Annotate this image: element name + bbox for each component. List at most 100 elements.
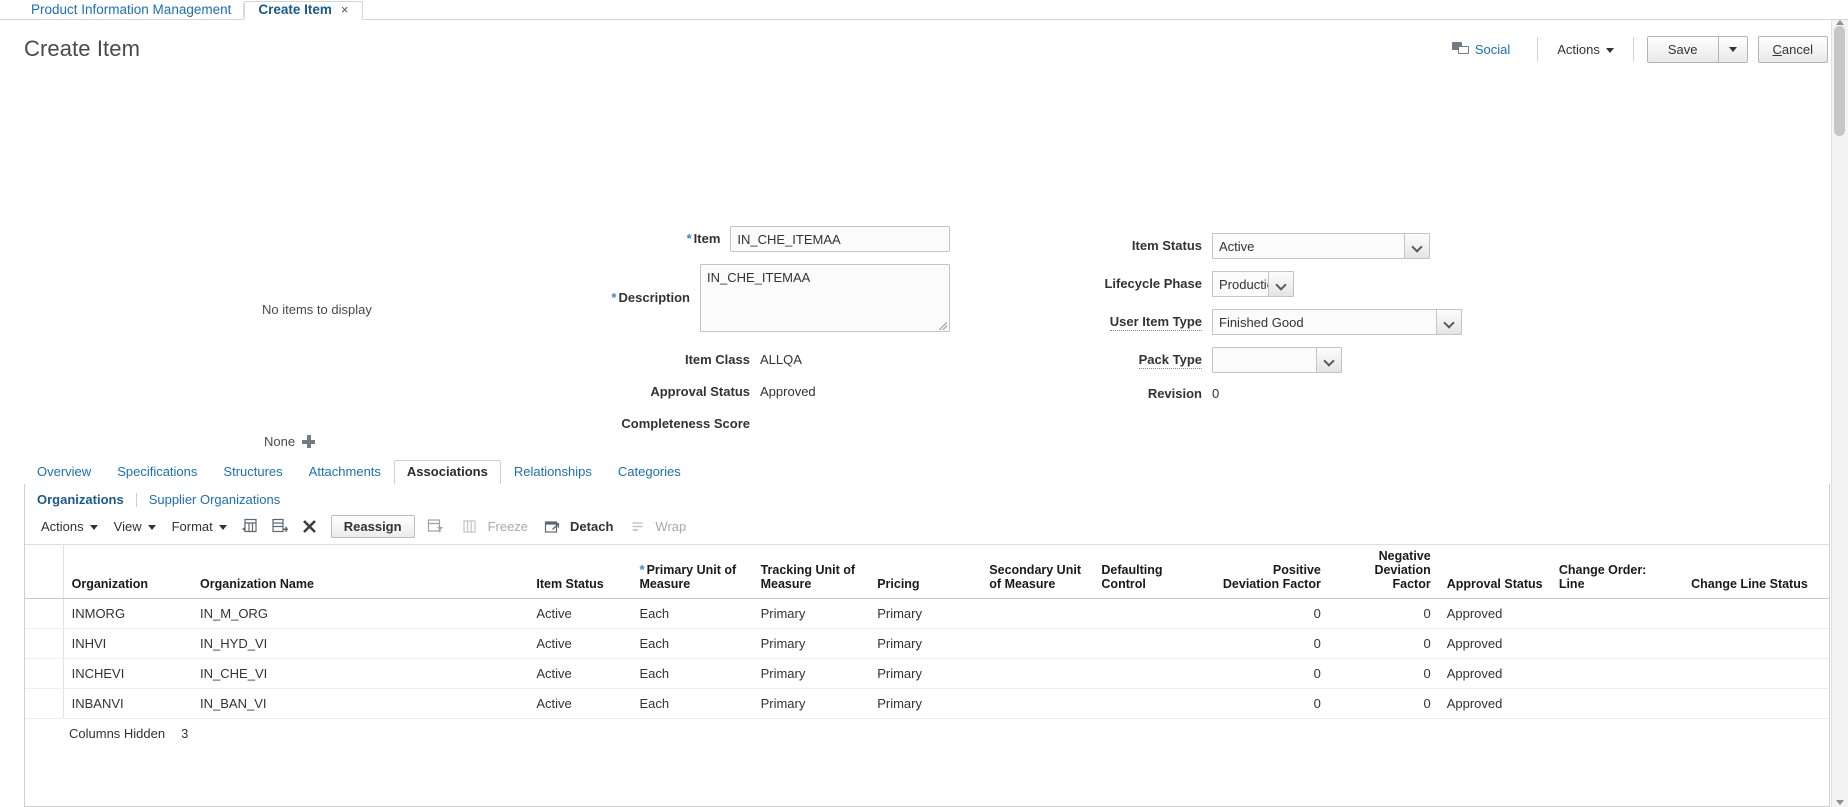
columns-hidden-status: Columns Hidden 3 (25, 719, 1829, 747)
tab-relationships[interactable]: Relationships (501, 461, 605, 484)
field-row-completeness-score: Completeness Score (520, 411, 950, 431)
cell-change-order-line (1550, 628, 1684, 659)
table-actions-menu[interactable]: Actions (33, 516, 106, 537)
subtab-supplier-organizations[interactable]: Supplier Organizations (137, 492, 293, 507)
item-status-label: Item Status (1131, 238, 1202, 253)
query-by-example-icon[interactable] (423, 516, 449, 538)
col-header-primary-uom[interactable]: * Primary Unit of Measure (631, 544, 753, 599)
cell-pricing: Primary (869, 658, 982, 689)
chevron-down-icon[interactable] (1436, 310, 1461, 334)
wrap-label: Wrap (655, 519, 687, 534)
pack-type-select[interactable] (1212, 347, 1342, 373)
table-row[interactable]: INBANVI IN_BAN_VI Active Each Primary Pr… (25, 688, 1829, 719)
description-textarea[interactable]: IN_CHE_ITEMAA (700, 264, 950, 332)
cell-pricing: Primary (869, 688, 982, 719)
item-status-select[interactable]: Active (1212, 233, 1430, 259)
cell-item-status: Active (528, 628, 632, 659)
actions-menu-button[interactable]: Actions (1551, 38, 1620, 61)
tab-overview[interactable]: Overview (24, 461, 104, 484)
cell-negative-deviation-factor: 0 (1328, 628, 1439, 659)
col-header-positive-deviation-factor[interactable]: Positive Deviation Factor (1207, 544, 1329, 599)
field-row-user-item-type: User Item Type Finished Good (1100, 309, 1600, 335)
chevron-down-icon[interactable] (1316, 348, 1341, 372)
cell-positive-deviation-factor: 0 (1207, 598, 1329, 629)
row-select-cell[interactable] (25, 688, 64, 719)
save-button[interactable]: Save (1646, 35, 1718, 63)
cell-item-status: Active (528, 598, 632, 629)
reassign-button[interactable]: Reassign (330, 515, 415, 538)
col-header-change-order-line[interactable]: Change Order: Line (1550, 544, 1684, 599)
user-item-type-select[interactable]: Finished Good (1212, 309, 1462, 335)
cell-organization: INHVI (63, 628, 193, 659)
table-format-menu[interactable]: Format (164, 516, 235, 537)
col-header-organization[interactable]: Organization (63, 544, 193, 599)
cell-defaulting-control (1093, 658, 1208, 689)
cell-item-status: Active (528, 688, 632, 719)
save-button-group: Save (1646, 35, 1748, 63)
col-header-defaulting-control[interactable]: Defaulting Control (1093, 544, 1208, 599)
cell-change-order-line (1550, 688, 1684, 719)
col-header-tracking-uom[interactable]: Tracking Unit of Measure (752, 544, 870, 599)
table-row[interactable]: INMORG IN_M_ORG Active Each Primary Prim… (25, 598, 1829, 629)
detach-control[interactable]: Detach (537, 516, 618, 538)
row-select-cell[interactable] (25, 598, 64, 629)
scrollbar-thumb[interactable] (1834, 26, 1845, 136)
save-dropdown-button[interactable] (1717, 35, 1748, 63)
lifecycle-phase-select[interactable]: Production (1212, 271, 1294, 297)
chevron-down-icon[interactable] (1404, 234, 1429, 258)
tab-associations[interactable]: Associations (393, 460, 501, 485)
col-header-approval-status[interactable]: Approval Status (1438, 544, 1551, 599)
cancel-accesskey: C (1772, 41, 1782, 57)
chevron-down-icon (218, 525, 227, 531)
page-scrollbar[interactable] (1831, 20, 1848, 807)
page-title: Create Item (24, 36, 141, 61)
col-header-change-line-status[interactable]: Change Line Status (1683, 544, 1829, 599)
chevron-down-icon[interactable] (1268, 272, 1293, 296)
subtab-organizations[interactable]: Organizations (35, 492, 136, 507)
app-tab-product-information-management[interactable]: Product Information Management (18, 2, 245, 20)
form-column-center: *Item *Description IN_CHE_ITEMAA Item Cl… (520, 226, 950, 443)
wrap-control[interactable]: Wrap (622, 516, 691, 538)
delete-row-icon[interactable] (297, 516, 323, 538)
organizations-table: Organization Organization Name Item Stat… (25, 544, 1829, 719)
scroll-down-icon[interactable] (1836, 800, 1844, 805)
table-view-menu[interactable]: View (106, 516, 164, 537)
application-tab-strip: Product Information Management Create It… (0, 0, 1848, 20)
app-tab-create-item[interactable]: Create Item × (244, 1, 363, 20)
wrap-icon (624, 516, 650, 538)
row-select-cell[interactable] (25, 628, 64, 659)
row-select-header (25, 544, 64, 599)
scroll-up-icon[interactable] (1836, 20, 1844, 25)
col-header-organization-name[interactable]: Organization Name (192, 544, 529, 599)
col-header-negative-deviation-factor[interactable]: Negative Deviation Factor (1328, 544, 1439, 599)
table-row[interactable]: INCHEVI IN_CHE_VI Active Each Primary Pr… (25, 658, 1829, 689)
cell-defaulting-control (1093, 628, 1208, 659)
tab-specifications[interactable]: Specifications (104, 461, 210, 484)
social-button[interactable]: Social (1451, 42, 1524, 57)
freeze-control[interactable]: Freeze (455, 516, 533, 538)
required-indicator: * (686, 231, 692, 246)
app-tab-label: Create Item (258, 2, 332, 17)
col-header-item-status[interactable]: Item Status (528, 544, 632, 599)
row-select-cell[interactable] (25, 658, 64, 689)
add-row-icon[interactable] (267, 516, 293, 538)
item-input[interactable] (730, 226, 950, 252)
cell-approval-status: Approved (1438, 658, 1551, 689)
table-row[interactable]: INHVI IN_HYD_VI Active Each Primary Prim… (25, 628, 1829, 659)
approval-status-value: Approved (760, 384, 816, 399)
revision-value: 0 (1212, 386, 1220, 401)
cell-primary-uom: Each (631, 628, 753, 659)
chevron-down-icon (1605, 47, 1614, 53)
tab-attachments[interactable]: Attachments (296, 461, 394, 484)
cell-primary-uom: Each (631, 688, 753, 719)
tab-categories[interactable]: Categories (605, 461, 694, 484)
close-icon[interactable]: × (341, 2, 349, 17)
tab-structures[interactable]: Structures (210, 461, 295, 484)
col-header-secondary-uom[interactable]: Secondary Unit of Measure (981, 544, 1094, 599)
plus-icon[interactable] (302, 435, 316, 448)
user-item-type-label-text: User Item Type (1109, 314, 1202, 331)
create-from-spreadsheet-icon[interactable] (237, 516, 263, 538)
col-header-pricing[interactable]: Pricing (869, 544, 982, 599)
cancel-button[interactable]: Cancel (1757, 35, 1828, 63)
actions-menu-label: Actions (1557, 41, 1600, 57)
